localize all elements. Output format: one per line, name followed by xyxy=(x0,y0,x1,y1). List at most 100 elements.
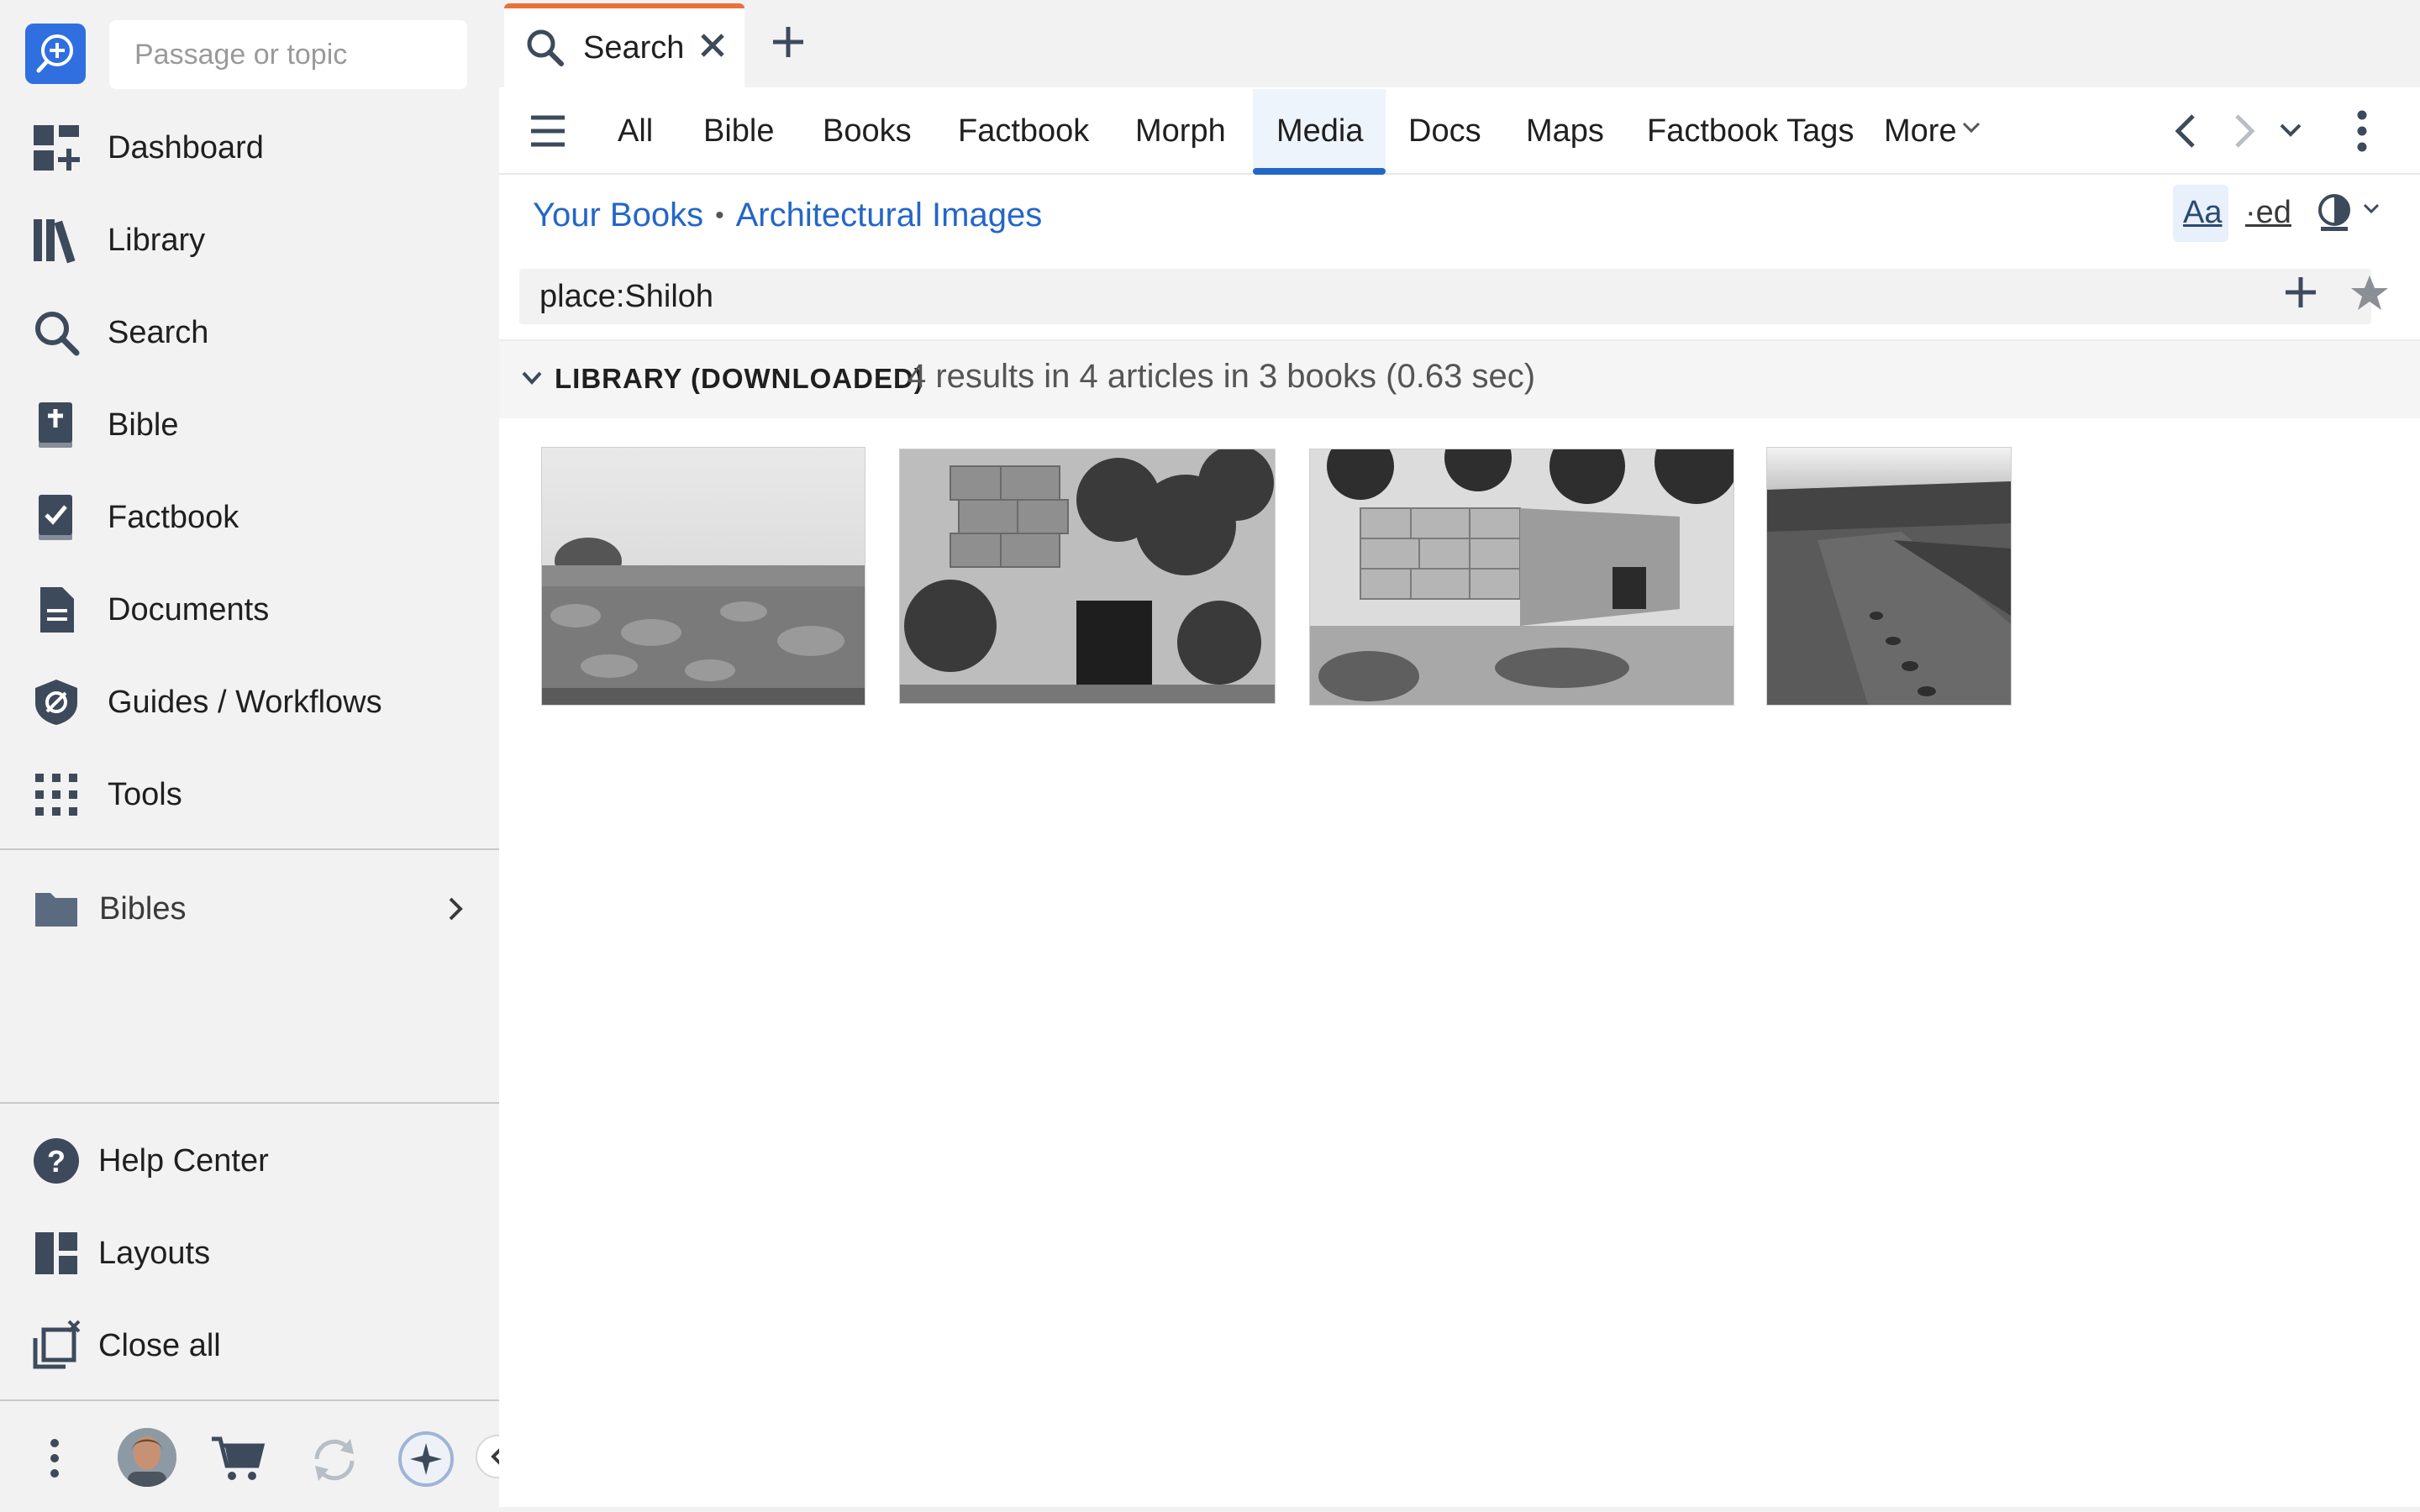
cart-icon[interactable] xyxy=(210,1433,266,1483)
history-dropdown-icon[interactable] xyxy=(2279,121,2302,144)
filter-tab-books[interactable]: Books xyxy=(823,108,912,155)
divider xyxy=(0,1102,499,1104)
breadcrumb-separator: • xyxy=(715,201,724,229)
main-area: Search All Bible Books Factbook Morph Me… xyxy=(499,0,2420,1512)
more-vertical-icon[interactable] xyxy=(2356,109,2368,157)
folder-icon xyxy=(30,883,82,935)
ai-assistant-icon[interactable] xyxy=(397,1430,455,1488)
close-all-icon xyxy=(30,1320,82,1372)
avatar[interactable] xyxy=(118,1428,176,1487)
search-input[interactable] xyxy=(519,269,2371,324)
filter-tab-factbook-tags[interactable]: Factbook Tags xyxy=(1647,108,1854,155)
nav-label: Dashboard xyxy=(108,129,264,165)
menu-icon[interactable] xyxy=(529,114,566,152)
nav-label: Tools xyxy=(108,776,182,812)
result-thumbnail-1[interactable] xyxy=(541,447,865,706)
nav-item-bible[interactable]: Bible xyxy=(0,383,499,467)
nav-item-library[interactable]: Library xyxy=(0,198,499,282)
nav-item-documents[interactable]: Documents xyxy=(0,568,499,652)
breadcrumb-architectural-images[interactable]: Architectural Images xyxy=(736,197,1043,234)
nav-label: Bible xyxy=(108,407,179,443)
results-summary: 4 results in 4 articles in 3 books (0.63… xyxy=(908,358,1536,395)
bible-icon xyxy=(30,399,82,451)
thumbnail-image xyxy=(1767,448,2011,705)
nav-item-tools[interactable]: Tools xyxy=(0,753,499,837)
close-all-item[interactable]: Close all xyxy=(0,1304,499,1388)
tab-strip: Search xyxy=(499,0,2420,87)
nav-item-dashboard[interactable]: Dashboard xyxy=(0,106,499,190)
sidebar: Dashboard Library Search Bible Factbook … xyxy=(0,0,499,1512)
tools-icon xyxy=(30,769,82,821)
chevron-down-icon[interactable] xyxy=(1961,119,1981,140)
tab-search[interactable]: Search xyxy=(504,3,744,87)
search-icon xyxy=(524,27,565,71)
factbook-icon xyxy=(30,491,82,543)
font-settings-button[interactable]: Aa xyxy=(2173,185,2228,242)
active-filter-underline xyxy=(1253,168,1386,175)
filter-tab-morph[interactable]: Morph xyxy=(1135,108,1226,155)
help-center-item[interactable]: ? Help Center xyxy=(0,1119,499,1203)
theme-icon[interactable] xyxy=(2317,190,2385,239)
help-icon: ? xyxy=(30,1135,82,1187)
font-settings-label: Aa xyxy=(2183,195,2223,230)
search-panel: All Bible Books Factbook Morph Media Doc… xyxy=(499,87,2420,1507)
results-section-title: LIBRARY (DOWNLOADED) xyxy=(555,363,924,394)
app-logo[interactable] xyxy=(25,24,86,84)
library-icon xyxy=(30,214,82,266)
thumbnail-image xyxy=(900,445,1275,703)
folder-bibles[interactable]: Bibles xyxy=(0,867,499,951)
divider xyxy=(0,848,499,850)
filter-tab-more[interactable]: More xyxy=(1884,108,1957,155)
star-icon[interactable] xyxy=(2349,274,2390,317)
nav-item-guides[interactable]: Guides / Workflows xyxy=(0,660,499,744)
layouts-item[interactable]: Layouts xyxy=(0,1211,499,1295)
results-header: LIBRARY (DOWNLOADED) 4 results in 4 arti… xyxy=(499,339,2420,418)
nav-label: Library xyxy=(108,222,206,258)
chevron-down-icon[interactable] xyxy=(521,370,543,391)
help-center-label: Help Center xyxy=(98,1142,269,1179)
forward-arrow-icon[interactable] xyxy=(2230,113,2259,154)
documents-icon xyxy=(30,584,82,636)
tab-label: Search xyxy=(583,30,685,66)
filter-tab-media[interactable]: Media xyxy=(1276,108,1364,155)
folder-label: Bibles xyxy=(99,890,187,927)
result-thumbnail-3[interactable] xyxy=(1309,420,1739,706)
breadcrumb-your-books[interactable]: Your Books xyxy=(533,197,703,234)
filter-tab-maps[interactable]: Maps xyxy=(1526,108,1604,155)
nav-label: Search xyxy=(108,314,209,350)
filter-tab-docs[interactable]: Docs xyxy=(1408,108,1481,155)
edition-button[interactable]: ·ed xyxy=(2245,195,2291,231)
more-vertical-icon[interactable] xyxy=(42,1435,67,1482)
nav-item-search[interactable]: Search xyxy=(0,291,499,375)
back-arrow-icon[interactable] xyxy=(2171,113,2200,154)
thumbnail-image xyxy=(1310,420,1739,705)
layouts-label: Layouts xyxy=(98,1235,211,1271)
dashboard-icon xyxy=(30,122,82,174)
new-tab-button[interactable] xyxy=(770,24,807,65)
filter-tab-bible[interactable]: Bible xyxy=(703,108,775,155)
close-all-label: Close all xyxy=(98,1327,221,1363)
divider xyxy=(0,1399,499,1401)
filter-bar: All Bible Books Factbook Morph Media Doc… xyxy=(499,87,2420,175)
filter-tab-all[interactable]: All xyxy=(618,108,653,155)
guides-icon xyxy=(30,676,82,728)
logo-icon xyxy=(36,34,73,73)
breadcrumb: Your Books • Architectural Images xyxy=(533,197,1042,234)
plus-icon xyxy=(773,27,803,57)
sync-icon[interactable] xyxy=(308,1435,361,1485)
nav-item-factbook[interactable]: Factbook xyxy=(0,475,499,559)
plus-icon[interactable] xyxy=(2282,274,2319,315)
filter-tab-factbook[interactable]: Factbook xyxy=(958,108,1089,155)
thumbnail-image xyxy=(542,448,865,705)
nav-label: Documents xyxy=(108,591,270,627)
passage-input[interactable] xyxy=(109,20,467,89)
result-thumbnail-2[interactable] xyxy=(899,445,1276,704)
svg-text:?: ? xyxy=(47,1144,66,1179)
nav-label: Factbook xyxy=(108,499,239,535)
result-thumbnail-4[interactable] xyxy=(1766,447,2012,706)
chevron-right-icon xyxy=(444,895,467,927)
layouts-icon xyxy=(30,1227,82,1279)
close-icon[interactable] xyxy=(697,30,728,65)
search-icon xyxy=(30,307,82,359)
nav-label: Guides / Workflows xyxy=(108,684,382,720)
